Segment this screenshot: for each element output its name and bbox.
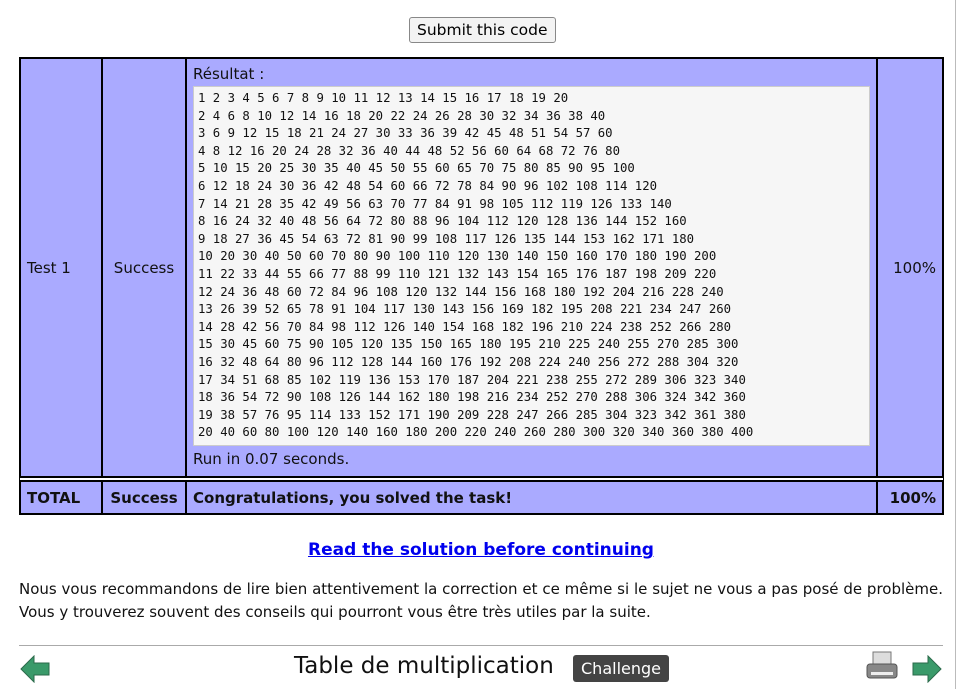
total-score: 100% — [877, 481, 943, 514]
test-result: Résultat : 1 2 3 4 5 6 7 8 9 10 11 12 13… — [186, 58, 877, 477]
divider — [19, 645, 943, 646]
total-label: TOTAL — [20, 481, 102, 514]
total-status: Success — [102, 481, 186, 514]
arrow-left-icon[interactable] — [19, 655, 51, 683]
test-status: Success — [102, 58, 186, 477]
test-score: 100% — [877, 58, 943, 477]
runtime-text: Run in 0.07 seconds. — [193, 450, 350, 468]
total-row: TOTAL Success Congratulations, you solve… — [20, 481, 943, 514]
printer-icon[interactable] — [866, 651, 898, 681]
result-output: 1 2 3 4 5 6 7 8 9 10 11 12 13 14 15 16 1… — [193, 86, 870, 446]
submit-code-button[interactable]: Submit this code — [409, 17, 556, 43]
arrow-right-icon[interactable] — [911, 655, 943, 683]
results-table: Test 1 Success Résultat : 1 2 3 4 5 6 7 … — [19, 57, 944, 515]
advice-text: Nous vous recommandons de lire bien atte… — [19, 580, 943, 621]
result-label: Résultat : — [193, 65, 265, 83]
page-title: Table de multiplication — [294, 653, 554, 679]
solution-link[interactable]: Read the solution before continuing — [308, 540, 654, 560]
scrollbar-edge — [955, 0, 956, 689]
challenge-badge: Challenge — [573, 655, 669, 682]
total-message: Congratulations, you solved the task! — [186, 481, 877, 514]
test-row: Test 1 Success Résultat : 1 2 3 4 5 6 7 … — [20, 58, 943, 477]
test-name: Test 1 — [20, 58, 102, 477]
